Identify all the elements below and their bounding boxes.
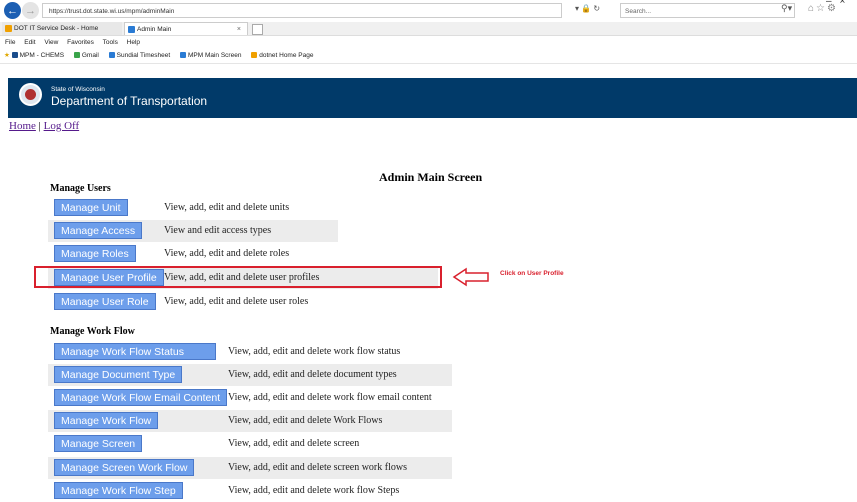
menu-file[interactable]: File [5, 39, 15, 46]
manage-unit-desc: View, add, edit and delete units [164, 202, 290, 213]
menu-bar: File Edit View Favorites Tools Help [0, 36, 857, 49]
seal-center-icon [25, 89, 36, 100]
work-flow-status-row: Manage Work Flow Status View, add, edit … [48, 341, 448, 363]
favorite-icon [251, 52, 258, 59]
favorite-mpm-chems[interactable]: MPM - CHEMS [11, 49, 64, 63]
manage-document-type-button[interactable]: Manage Document Type [54, 366, 183, 383]
back-arrow-icon[interactable]: ← [4, 2, 21, 19]
logoff-link[interactable]: Log Off [44, 120, 80, 132]
manage-access-row: Manage Access View and edit access types [48, 220, 338, 242]
search-input[interactable]: Search... [620, 3, 795, 18]
annotation-note: Click on User Profile [500, 270, 564, 277]
manage-work-flow-status-button[interactable]: Manage Work Flow Status [54, 343, 216, 360]
new-tab-button[interactable] [252, 24, 263, 35]
nav-separator: | [35, 120, 44, 132]
favorite-icon [179, 52, 186, 59]
search-icon[interactable]: ⚲▾ [781, 3, 792, 14]
lock-refresh-icon[interactable]: ▾ 🔒 ↻ [575, 4, 600, 13]
nav-links: Home | Log Off [9, 120, 79, 132]
forward-arrow-icon[interactable]: → [22, 2, 39, 19]
tab-bar: DOT IT Service Desk - Home Admin Main × [0, 22, 857, 36]
manage-user-role-desc: View, add, edit and delete user roles [164, 296, 309, 307]
document-type-desc: View, add, edit and delete document type… [228, 369, 397, 380]
menu-help[interactable]: Help [127, 39, 140, 46]
manage-roles-button[interactable]: Manage Roles [54, 245, 136, 262]
manage-work-flow-step-button[interactable]: Manage Work Flow Step [54, 482, 183, 499]
manage-user-role-row: Manage User Role View, add, edit and del… [48, 291, 338, 313]
manage-user-role-button[interactable]: Manage User Role [54, 293, 156, 310]
screen-work-flow-row: Manage Screen Work Flow View, add, edit … [48, 457, 452, 479]
work-flow-step-desc: View, add, edit and delete work flow Ste… [228, 485, 400, 496]
favorite-dotnet[interactable]: dotnet Home Page [251, 49, 313, 63]
manage-screen-work-flow-button[interactable]: Manage Screen Work Flow [54, 459, 195, 476]
window-controls[interactable]: –× [826, 0, 853, 7]
screen-desc: View, add, edit and delete screen [228, 438, 360, 449]
manage-access-button[interactable]: Manage Access [54, 222, 143, 239]
favorite-gmail[interactable]: Gmail [73, 49, 99, 63]
email-content-row: Manage Work Flow Email Content View, add… [48, 387, 452, 409]
manage-unit-row: Manage Unit View, add, edit and delete u… [48, 197, 338, 219]
manage-work-flow-email-content-button[interactable]: Manage Work Flow Email Content [54, 389, 228, 406]
menu-edit[interactable]: Edit [24, 39, 35, 46]
menu-tools[interactable]: Tools [103, 39, 118, 46]
manage-roles-row: Manage Roles View, add, edit and delete … [48, 243, 338, 265]
work-flow-row: Manage Work Flow View, add, edit and del… [48, 410, 452, 432]
favorite-sundial[interactable]: Sundial Timesheet [108, 49, 170, 63]
manage-screen-button[interactable]: Manage Screen [54, 435, 143, 452]
favorite-mpm-main[interactable]: MPM Main Screen [179, 49, 241, 63]
tab-favicon-icon [5, 25, 12, 32]
address-bar-row: ← → https://trust.dot.state.wi.us/mpm/ad… [0, 0, 857, 22]
menu-view[interactable]: View [44, 39, 58, 46]
page-title: Admin Main Screen [379, 170, 483, 184]
tab-admin-main[interactable]: Admin Main × [124, 22, 248, 35]
banner-department: Department of Transportation [51, 94, 208, 108]
favorite-icon [73, 52, 80, 59]
screen-work-flow-desc: View, add, edit and delete screen work f… [228, 462, 407, 473]
home-link[interactable]: Home [9, 120, 36, 132]
document-type-row: Manage Document Type View, add, edit and… [48, 364, 452, 386]
banner-state: State of Wisconsin [51, 86, 105, 93]
manage-users-heading: Manage Users [50, 183, 111, 194]
arrow-left-icon [452, 267, 489, 287]
url-input[interactable]: https://trust.dot.state.wi.us/mpm/adminM… [42, 3, 562, 18]
menu-favorites[interactable]: Favorites [67, 39, 94, 46]
favorite-icon [11, 52, 18, 59]
tab-service-desk[interactable]: DOT IT Service Desk - Home [2, 22, 122, 35]
manage-roles-desc: View, add, edit and delete roles [164, 248, 290, 259]
email-content-desc: View, add, edit and delete work flow ema… [228, 392, 432, 403]
manage-access-desc: View and edit access types [164, 225, 272, 236]
work-flow-desc: View, add, edit and delete Work Flows [228, 415, 383, 426]
star-icon: ★ [4, 52, 10, 59]
manage-unit-button[interactable]: Manage Unit [54, 199, 128, 216]
highlight-box [34, 266, 442, 288]
work-flow-status-desc: View, add, edit and delete work flow sta… [228, 346, 401, 357]
close-icon[interactable]: × [237, 23, 241, 36]
manage-work-flow-button[interactable]: Manage Work Flow [54, 412, 159, 429]
screen-row: Manage Screen View, add, edit and delete… [48, 433, 452, 455]
manage-work-flow-heading: Manage Work Flow [50, 326, 135, 337]
favorite-icon [108, 52, 115, 59]
tab-favicon-icon [128, 26, 135, 33]
favorites-bar: ★ MPM - CHEMS Gmail Sundial Timesheet MP… [0, 49, 857, 64]
